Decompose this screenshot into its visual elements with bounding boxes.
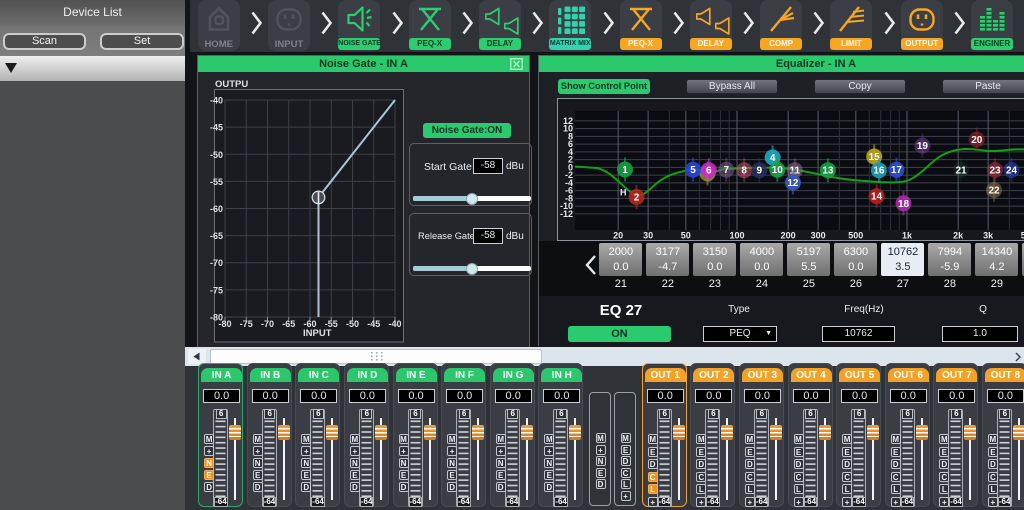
svg-text:-60: -60 [210, 204, 223, 214]
svg-text:7: 7 [724, 165, 730, 176]
svg-text:INPUT: INPUT [303, 328, 332, 339]
svg-text:2: 2 [634, 193, 640, 204]
svg-text:24: 24 [1006, 166, 1018, 177]
svg-text:22: 22 [988, 186, 1000, 197]
svg-text:21: 21 [955, 165, 967, 176]
svg-text:3k: 3k [983, 231, 994, 241]
svg-text:-65: -65 [282, 319, 295, 329]
svg-text:2k: 2k [953, 231, 964, 241]
svg-text:-40: -40 [388, 319, 401, 329]
svg-text:50: 50 [681, 231, 691, 241]
svg-text:-75: -75 [240, 319, 253, 329]
svg-text:-65: -65 [210, 231, 223, 241]
svg-text:-40: -40 [210, 96, 223, 106]
svg-text:-75: -75 [210, 285, 223, 295]
svg-text:17: 17 [891, 165, 903, 176]
svg-text:1k: 1k [902, 231, 913, 241]
svg-text:5: 5 [690, 165, 696, 176]
svg-text:-55: -55 [210, 177, 223, 187]
svg-text:23: 23 [989, 166, 1001, 177]
svg-text:300: 300 [811, 231, 826, 241]
svg-text:13: 13 [822, 166, 834, 177]
svg-text:-70: -70 [261, 319, 274, 329]
svg-text:200: 200 [781, 231, 796, 241]
svg-text:30: 30 [643, 231, 653, 241]
svg-text:-50: -50 [346, 319, 359, 329]
svg-text:12: 12 [787, 178, 799, 189]
svg-text:8: 8 [741, 166, 747, 177]
svg-text:20: 20 [971, 135, 983, 146]
svg-text:-80: -80 [218, 319, 231, 329]
svg-text:OUTPU: OUTPU [215, 79, 248, 90]
svg-text:14: 14 [871, 192, 883, 203]
svg-text:-70: -70 [210, 258, 223, 268]
svg-text:-50: -50 [210, 150, 223, 160]
svg-text:-12: -12 [560, 209, 573, 219]
svg-text:-45: -45 [367, 319, 380, 329]
svg-text:20: 20 [613, 231, 623, 241]
svg-text:100: 100 [729, 231, 744, 241]
svg-text:-45: -45 [210, 123, 223, 133]
svg-text:16: 16 [873, 166, 885, 177]
svg-text:6: 6 [706, 166, 712, 177]
svg-text:9: 9 [757, 166, 763, 177]
svg-text:1: 1 [622, 165, 628, 176]
svg-text:19: 19 [917, 141, 929, 152]
svg-text:500: 500 [848, 231, 863, 241]
svg-text:10: 10 [772, 165, 784, 176]
svg-text:H: H [620, 188, 627, 198]
svg-text:18: 18 [898, 199, 910, 210]
